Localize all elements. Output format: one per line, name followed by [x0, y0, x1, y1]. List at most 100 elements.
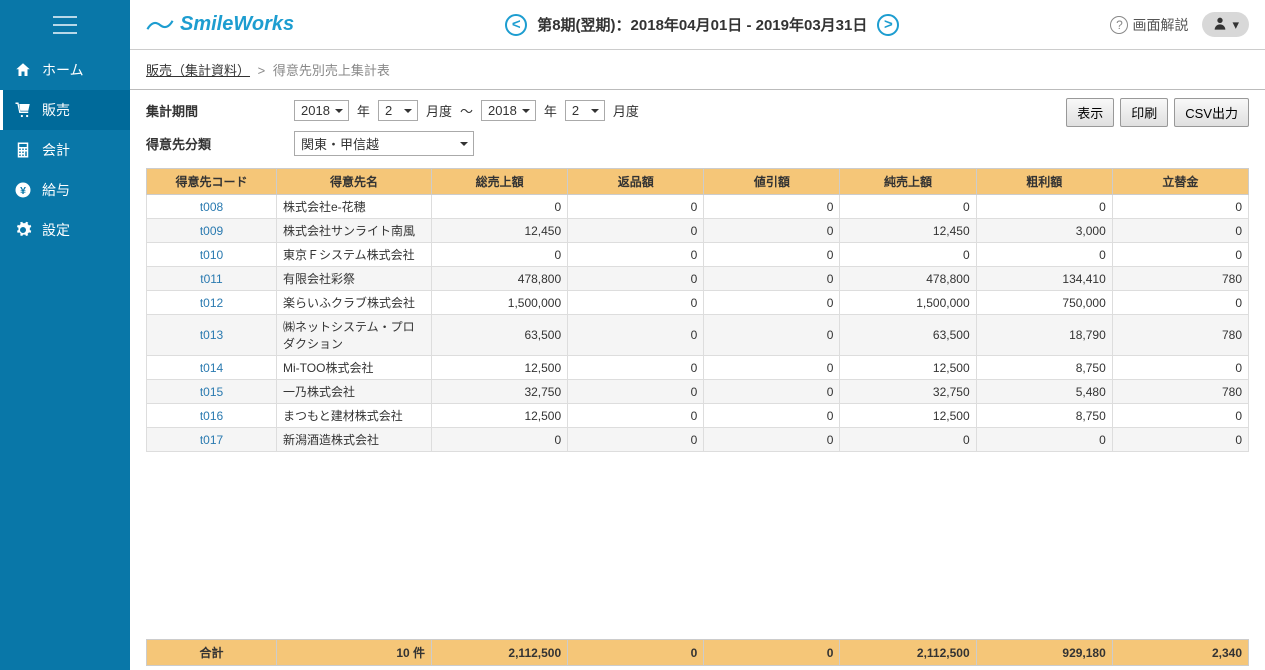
month-from-select[interactable]: 2 — [378, 100, 418, 121]
totals-advance: 2,340 — [1112, 640, 1248, 666]
cell-code[interactable]: t009 — [147, 219, 277, 243]
month-to-select[interactable]: 2 — [565, 100, 605, 121]
user-icon — [1212, 15, 1228, 34]
period-filter-label: 集計期間 — [146, 101, 286, 120]
th-profit: 粗利額 — [976, 169, 1112, 195]
period-selector: < 第8期(翌期)：2018年04月01日 - 2019年03月31日 > — [306, 14, 1098, 36]
chevron-down-icon: ▾ — [1232, 17, 1239, 33]
sidebar-item-accounting[interactable]: 会計 — [0, 130, 130, 170]
table-row[interactable]: t014Mi-TOO株式会社12,5000012,5008,7500 — [147, 356, 1249, 380]
cell-gross: 63,500 — [432, 315, 568, 356]
sidebar-item-settings[interactable]: 設定 — [0, 210, 130, 250]
table-row[interactable]: t008株式会社e-花穂000000 — [147, 195, 1249, 219]
header: SmileWorks < 第8期(翌期)：2018年04月01日 - 2019年… — [130, 0, 1265, 50]
cell-name: 東京Ｆシステム株式会社 — [277, 243, 432, 267]
cell-returns: 0 — [568, 315, 704, 356]
cell-advance: 0 — [1112, 195, 1248, 219]
breadcrumb-separator: > — [258, 63, 266, 78]
table-row[interactable]: t010東京Ｆシステム株式会社000000 — [147, 243, 1249, 267]
th-advance: 立替金 — [1112, 169, 1248, 195]
table-row[interactable]: t011有限会社彩祭478,80000478,800134,410780 — [147, 267, 1249, 291]
cell-advance: 780 — [1112, 267, 1248, 291]
tilde: ～ — [460, 101, 473, 120]
cell-discount: 0 — [704, 195, 840, 219]
breadcrumb-link[interactable]: 販売（集計資料） — [146, 63, 250, 78]
user-menu-button[interactable]: ▾ — [1202, 12, 1249, 37]
cell-discount: 0 — [704, 291, 840, 315]
cell-code[interactable]: t015 — [147, 380, 277, 404]
cell-code[interactable]: t013 — [147, 315, 277, 356]
totals-net: 2,112,500 — [840, 640, 976, 666]
cell-gross: 478,800 — [432, 267, 568, 291]
table-row[interactable]: t017新潟酒造株式会社000000 — [147, 428, 1249, 452]
logo[interactable]: SmileWorks — [146, 13, 294, 36]
cell-code[interactable]: t008 — [147, 195, 277, 219]
cell-profit: 0 — [976, 195, 1112, 219]
cell-discount: 0 — [704, 404, 840, 428]
cell-code[interactable]: t017 — [147, 428, 277, 452]
table-row[interactable]: t009株式会社サンライト南風12,4500012,4503,0000 — [147, 219, 1249, 243]
breadcrumb: 販売（集計資料） > 得意先別売上集計表 — [130, 50, 1265, 90]
totals-label: 合計 — [147, 640, 277, 666]
totals-discount: 0 — [704, 640, 840, 666]
cell-discount: 0 — [704, 380, 840, 404]
cell-profit: 750,000 — [976, 291, 1112, 315]
cell-returns: 0 — [568, 356, 704, 380]
data-table-wrap: 得意先コード 得意先名 総売上額 返品額 値引額 純売上額 粗利額 立替金 t0… — [130, 162, 1265, 639]
cell-discount: 0 — [704, 315, 840, 356]
cell-code[interactable]: t014 — [147, 356, 277, 380]
sidebar-item-sales[interactable]: 販売 — [0, 90, 130, 130]
cell-discount: 0 — [704, 428, 840, 452]
cell-advance: 0 — [1112, 219, 1248, 243]
cell-net: 478,800 — [840, 267, 976, 291]
year-to-select[interactable]: 2018 — [481, 100, 536, 121]
cell-gross: 0 — [432, 428, 568, 452]
cell-profit: 134,410 — [976, 267, 1112, 291]
filters: 集計期間 2018 年 2 月度 ～ 2018 年 2 月度 得意先分類 関東・… — [130, 90, 1265, 162]
table-row[interactable]: t016まつもと建材株式会社12,5000012,5008,7500 — [147, 404, 1249, 428]
totals-returns: 0 — [568, 640, 704, 666]
period-next-button[interactable]: > — [877, 14, 899, 36]
sidebar-item-home[interactable]: ホーム — [0, 50, 130, 90]
print-button[interactable]: 印刷 — [1120, 98, 1168, 127]
cell-discount: 0 — [704, 243, 840, 267]
cell-name: 株式会社サンライト南風 — [277, 219, 432, 243]
cell-returns: 0 — [568, 380, 704, 404]
th-discount: 値引額 — [704, 169, 840, 195]
table-row[interactable]: t013㈱ネットシステム・プロダクション63,5000063,50018,790… — [147, 315, 1249, 356]
csv-export-button[interactable]: CSV出力 — [1174, 98, 1249, 127]
sidebar-item-label: ホーム — [42, 60, 84, 80]
cell-name: Mi-TOO株式会社 — [277, 356, 432, 380]
cell-discount: 0 — [704, 219, 840, 243]
cell-code[interactable]: t012 — [147, 291, 277, 315]
sidebar-item-payroll[interactable]: ¥ 給与 — [0, 170, 130, 210]
table-row[interactable]: t012楽らいふクラブ株式会社1,500,000001,500,000750,0… — [147, 291, 1249, 315]
category-filter-label: 得意先分類 — [146, 134, 286, 153]
yen-icon: ¥ — [14, 181, 32, 199]
cell-profit: 0 — [976, 428, 1112, 452]
svg-text:¥: ¥ — [20, 185, 26, 197]
help-button[interactable]: ? 画面解説 — [1110, 15, 1188, 35]
year-from-select[interactable]: 2018 — [294, 100, 349, 121]
table-row[interactable]: t015一乃株式会社32,7500032,7505,480780 — [147, 380, 1249, 404]
show-button[interactable]: 表示 — [1066, 98, 1114, 127]
cell-code[interactable]: t011 — [147, 267, 277, 291]
cell-discount: 0 — [704, 356, 840, 380]
month-suffix: 月度 — [613, 101, 639, 120]
cell-name: ㈱ネットシステム・プロダクション — [277, 315, 432, 356]
cell-net: 32,750 — [840, 380, 976, 404]
totals-row: 合計 10 件 2,112,500 0 0 2,112,500 929,180 … — [130, 639, 1265, 670]
cell-code[interactable]: t016 — [147, 404, 277, 428]
cell-net: 1,500,000 — [840, 291, 976, 315]
breadcrumb-current: 得意先別売上集計表 — [273, 63, 390, 78]
cell-name: まつもと建材株式会社 — [277, 404, 432, 428]
th-gross: 総売上額 — [432, 169, 568, 195]
cell-code[interactable]: t010 — [147, 243, 277, 267]
period-prev-button[interactable]: < — [505, 14, 527, 36]
cell-name: 楽らいふクラブ株式会社 — [277, 291, 432, 315]
help-icon: ? — [1110, 16, 1128, 34]
category-select[interactable]: 関東・甲信越 — [294, 131, 474, 156]
cell-returns: 0 — [568, 267, 704, 291]
cell-advance: 0 — [1112, 356, 1248, 380]
hamburger-menu[interactable] — [0, 0, 130, 50]
